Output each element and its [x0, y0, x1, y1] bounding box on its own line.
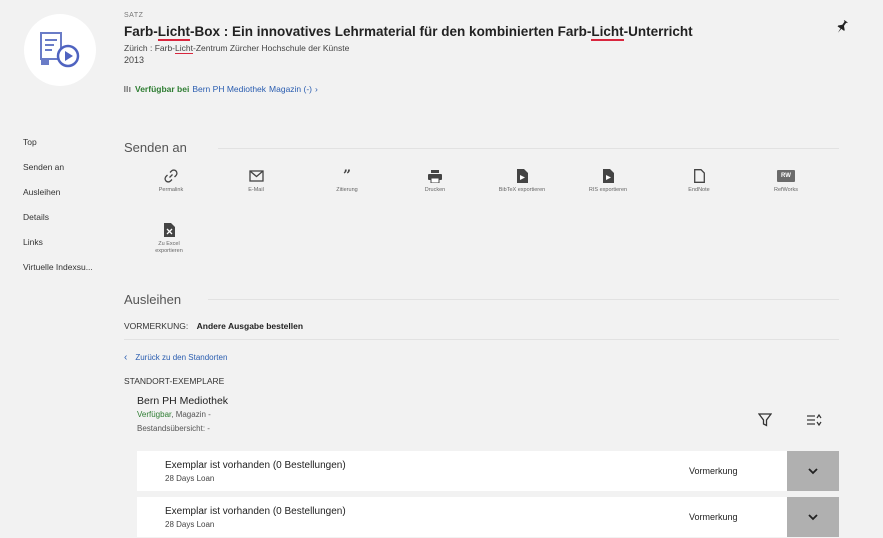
availability-sublocation: Magazin (-) [269, 84, 313, 94]
vormerkung-button[interactable]: Vormerkung [689, 466, 738, 476]
item-row[interactable]: Exemplar ist vorhanden (0 Bestellungen) … [137, 497, 839, 537]
side-navigation: Top Senden an Ausleihen Details Links Vi… [23, 137, 123, 287]
record-title[interactable]: Farb-Licht-Box : Ein innovatives Lehrmat… [124, 24, 693, 41]
excel-export-button[interactable]: Zu Excel exportieren [134, 222, 204, 255]
library-status: Verfügbar, Magazin - [137, 410, 211, 419]
ris-icon [602, 168, 614, 184]
print-button[interactable]: Drucken [400, 168, 470, 194]
pin-icon[interactable] [836, 20, 848, 37]
item-row[interactable]: Exemplar ist vorhanden (0 Bestellungen) … [137, 451, 839, 491]
expand-button[interactable] [787, 497, 839, 537]
side-nav-top[interactable]: Top [23, 137, 123, 162]
chevron-left-icon: ‹ [124, 352, 128, 363]
expand-button[interactable] [787, 451, 839, 491]
holdings-overview: Bestandsübersicht: - [137, 424, 210, 433]
shelf-icon [124, 86, 131, 92]
endnote-icon [693, 168, 705, 184]
send-section-divider [218, 148, 839, 149]
refworks-icon: RW [777, 168, 795, 184]
loan-section-heading: Ausleihen [124, 292, 182, 307]
filter-icon[interactable] [757, 413, 773, 432]
library-name: Bern PH Mediothek [137, 395, 229, 407]
record-type: SATZ [124, 12, 144, 19]
availability-location: Bern PH Mediothek [192, 84, 267, 94]
bibtex-export-button[interactable]: BibTeX exportieren [487, 168, 557, 194]
side-nav-links[interactable]: Links [23, 237, 123, 262]
availability-status: Verfügbar bei [135, 84, 190, 94]
link-icon [164, 168, 178, 184]
excel-icon [163, 222, 175, 238]
back-to-locations-link[interactable]: ‹ Zurück zu den Standorten [124, 352, 227, 363]
side-nav-details[interactable]: Details [23, 212, 123, 237]
standort-heading: STANDORT-EXEMPLARE [124, 376, 225, 386]
mail-icon [248, 168, 264, 184]
ris-export-button[interactable]: RIS exportieren [573, 168, 643, 194]
chevron-right-icon: › [315, 84, 318, 94]
other-edition-link[interactable]: Andere Ausgabe bestellen [197, 321, 303, 331]
side-nav-senden-an[interactable]: Senden an [23, 162, 123, 187]
bibtex-icon [516, 168, 528, 184]
video-document-icon [40, 32, 80, 68]
chevron-down-icon [808, 514, 818, 521]
record-thumbnail [24, 14, 96, 86]
vormerkung-label: VORMERKUNG: [124, 321, 189, 331]
record-year: 2013 [124, 55, 145, 65]
refworks-button[interactable]: RW RefWorks [751, 168, 821, 194]
side-nav-ausleihen[interactable]: Ausleihen [23, 187, 123, 212]
vormerkung-divider [124, 339, 839, 340]
availability-link[interactable]: Verfügbar bei Bern PH Mediothek Magazin … [124, 84, 318, 94]
send-section-heading: Senden an [124, 140, 187, 155]
record-publisher: Zürich : Farb-Licht-Zentrum Zürcher Hoch… [124, 43, 350, 54]
endnote-button[interactable]: EndNote [664, 168, 734, 194]
sort-icon[interactable] [806, 413, 822, 430]
email-button[interactable]: E-Mail [221, 168, 291, 194]
citation-button[interactable]: ” Zitierung [312, 168, 382, 194]
vormerkung-button[interactable]: Vormerkung [689, 512, 738, 522]
chevron-down-icon [808, 468, 818, 475]
side-nav-virtuelle-indexsuche[interactable]: Virtuelle Indexsu... [23, 262, 123, 287]
loan-section-divider [208, 299, 839, 300]
print-icon [428, 168, 442, 184]
quote-icon: ” [342, 168, 352, 184]
permalink-button[interactable]: Permalink [136, 168, 206, 194]
vormerkung-row: VORMERKUNG: Andere Ausgabe bestellen [124, 321, 303, 331]
